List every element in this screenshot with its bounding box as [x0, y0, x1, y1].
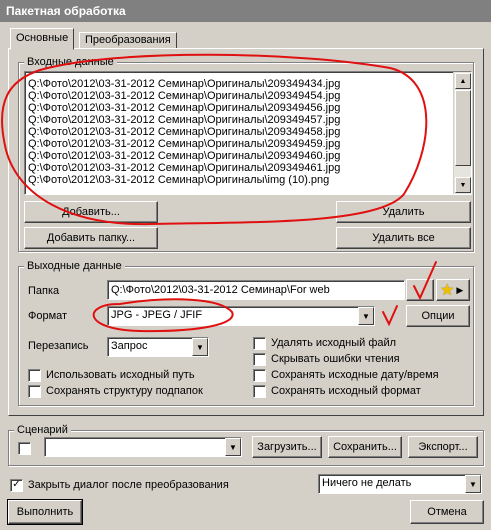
list-item[interactable]: Q:\Фото\2012\03-31-2012 Семинар\Оригинал…: [25, 102, 453, 114]
option-checkbox[interactable]: [253, 353, 266, 366]
checkmark-icon: ✓: [12, 479, 21, 490]
chevron-down-icon[interactable]: ▼: [225, 438, 241, 456]
options-button[interactable]: Опции: [406, 305, 470, 327]
add-button[interactable]: Добавить...: [24, 201, 158, 223]
format-value: JPG - JPEG / JFIF: [111, 309, 203, 321]
list-item[interactable]: Q:\Фото\2012\03-31-2012 Семинар\Оригинал…: [25, 114, 453, 126]
run-button[interactable]: Выполнить: [8, 500, 82, 524]
save-scenario-button[interactable]: Сохранить...: [328, 436, 402, 458]
window-title: Пакетная обработка: [0, 0, 491, 22]
option-checkbox[interactable]: [28, 385, 41, 398]
chevron-down-icon[interactable]: ▼: [358, 307, 374, 325]
after-action-value: Ничего не делать: [322, 477, 412, 489]
scenario-checkbox[interactable]: [18, 442, 31, 455]
option-checkbox-label: Сохранять структуру подпапок: [46, 385, 203, 397]
close-after-checkbox[interactable]: ✓: [10, 479, 23, 492]
folder-field[interactable]: Q:\Фото\2012\03-31-2012 Семинар\For web: [107, 280, 405, 300]
load-scenario-button[interactable]: Загрузить...: [252, 436, 322, 458]
output-group-title: Выходные данные: [24, 260, 125, 273]
close-after-label: Закрыть диалог после преобразования: [28, 479, 229, 491]
option-checkbox[interactable]: [28, 369, 41, 382]
input-group-title: Входные данные: [24, 56, 117, 69]
after-action-select[interactable]: Ничего не делать ▼: [318, 474, 482, 494]
list-item[interactable]: Q:\Фото\2012\03-31-2012 Семинар\Оригинал…: [25, 174, 453, 186]
tab-main[interactable]: Основные: [10, 28, 75, 50]
chevron-down-icon[interactable]: ▼: [465, 475, 481, 493]
favorites-button[interactable]: ★ ▶: [436, 279, 470, 301]
star-icon: ★: [440, 282, 455, 299]
option-checkbox[interactable]: [253, 385, 266, 398]
option-checkbox-label: Удалять исходный файл: [271, 337, 397, 349]
delete-all-button[interactable]: Удалить все: [336, 227, 471, 249]
folder-label: Папка: [28, 285, 60, 297]
overwrite-label: Перезапись: [28, 340, 89, 352]
format-select[interactable]: JPG - JPEG / JFIF ▼: [107, 306, 375, 326]
scroll-down-icon[interactable]: ▼: [455, 177, 471, 193]
option-checkbox-label: Скрывать ошибки чтения: [271, 353, 400, 365]
list-item[interactable]: Q:\Фото\2012\03-31-2012 Семинар\Оригинал…: [25, 90, 453, 102]
scenario-group-title: Сценарий: [14, 424, 71, 437]
scroll-thumb[interactable]: [455, 90, 471, 166]
list-item[interactable]: Q:\Фото\2012\03-31-2012 Семинар\Оригинал…: [25, 162, 453, 174]
list-item[interactable]: Q:\Фото\2012\03-31-2012 Семинар\Оригинал…: [25, 78, 453, 90]
browse-folder-button[interactable]: [406, 279, 434, 301]
list-item[interactable]: Q:\Фото\2012\03-31-2012 Семинар\Оригинал…: [25, 150, 453, 162]
delete-button[interactable]: Удалить: [336, 201, 471, 223]
folder-value: Q:\Фото\2012\03-31-2012 Семинар\For web: [111, 284, 330, 296]
list-item[interactable]: Q:\Фото\2012\03-31-2012 Семинар\Оригинал…: [25, 126, 453, 138]
format-label: Формат: [28, 310, 68, 322]
file-list-scrollbar[interactable]: ▲ ▼: [453, 72, 471, 194]
input-file-list[interactable]: Q:\Фото\2012\03-31-2012 Семинар\Оригинал…: [24, 71, 472, 195]
option-checkbox-label: Сохранять исходный формат: [271, 385, 421, 397]
chevron-down-icon[interactable]: ▼: [192, 338, 208, 356]
menu-arrow-icon: ▶: [456, 284, 464, 295]
file-list-items: Q:\Фото\2012\03-31-2012 Семинар\Оригинал…: [25, 78, 453, 186]
option-checkbox-label: Сохранять исходные дату/время: [271, 369, 439, 381]
option-checkbox-label: Использовать исходный путь: [46, 369, 195, 381]
option-checkbox[interactable]: [253, 337, 266, 350]
scenario-select[interactable]: ▼: [44, 437, 242, 457]
list-item[interactable]: Q:\Фото\2012\03-31-2012 Семинар\Оригинал…: [25, 138, 453, 150]
overwrite-select[interactable]: Запрос ▼: [107, 337, 209, 357]
export-scenario-button[interactable]: Экспорт...: [408, 436, 478, 458]
add-folder-button[interactable]: Добавить папку...: [24, 227, 158, 249]
scroll-up-icon[interactable]: ▲: [455, 73, 471, 89]
cancel-button[interactable]: Отмена: [410, 500, 484, 524]
tab-transformations[interactable]: Преобразования: [79, 32, 177, 49]
option-checkbox[interactable]: [253, 369, 266, 382]
